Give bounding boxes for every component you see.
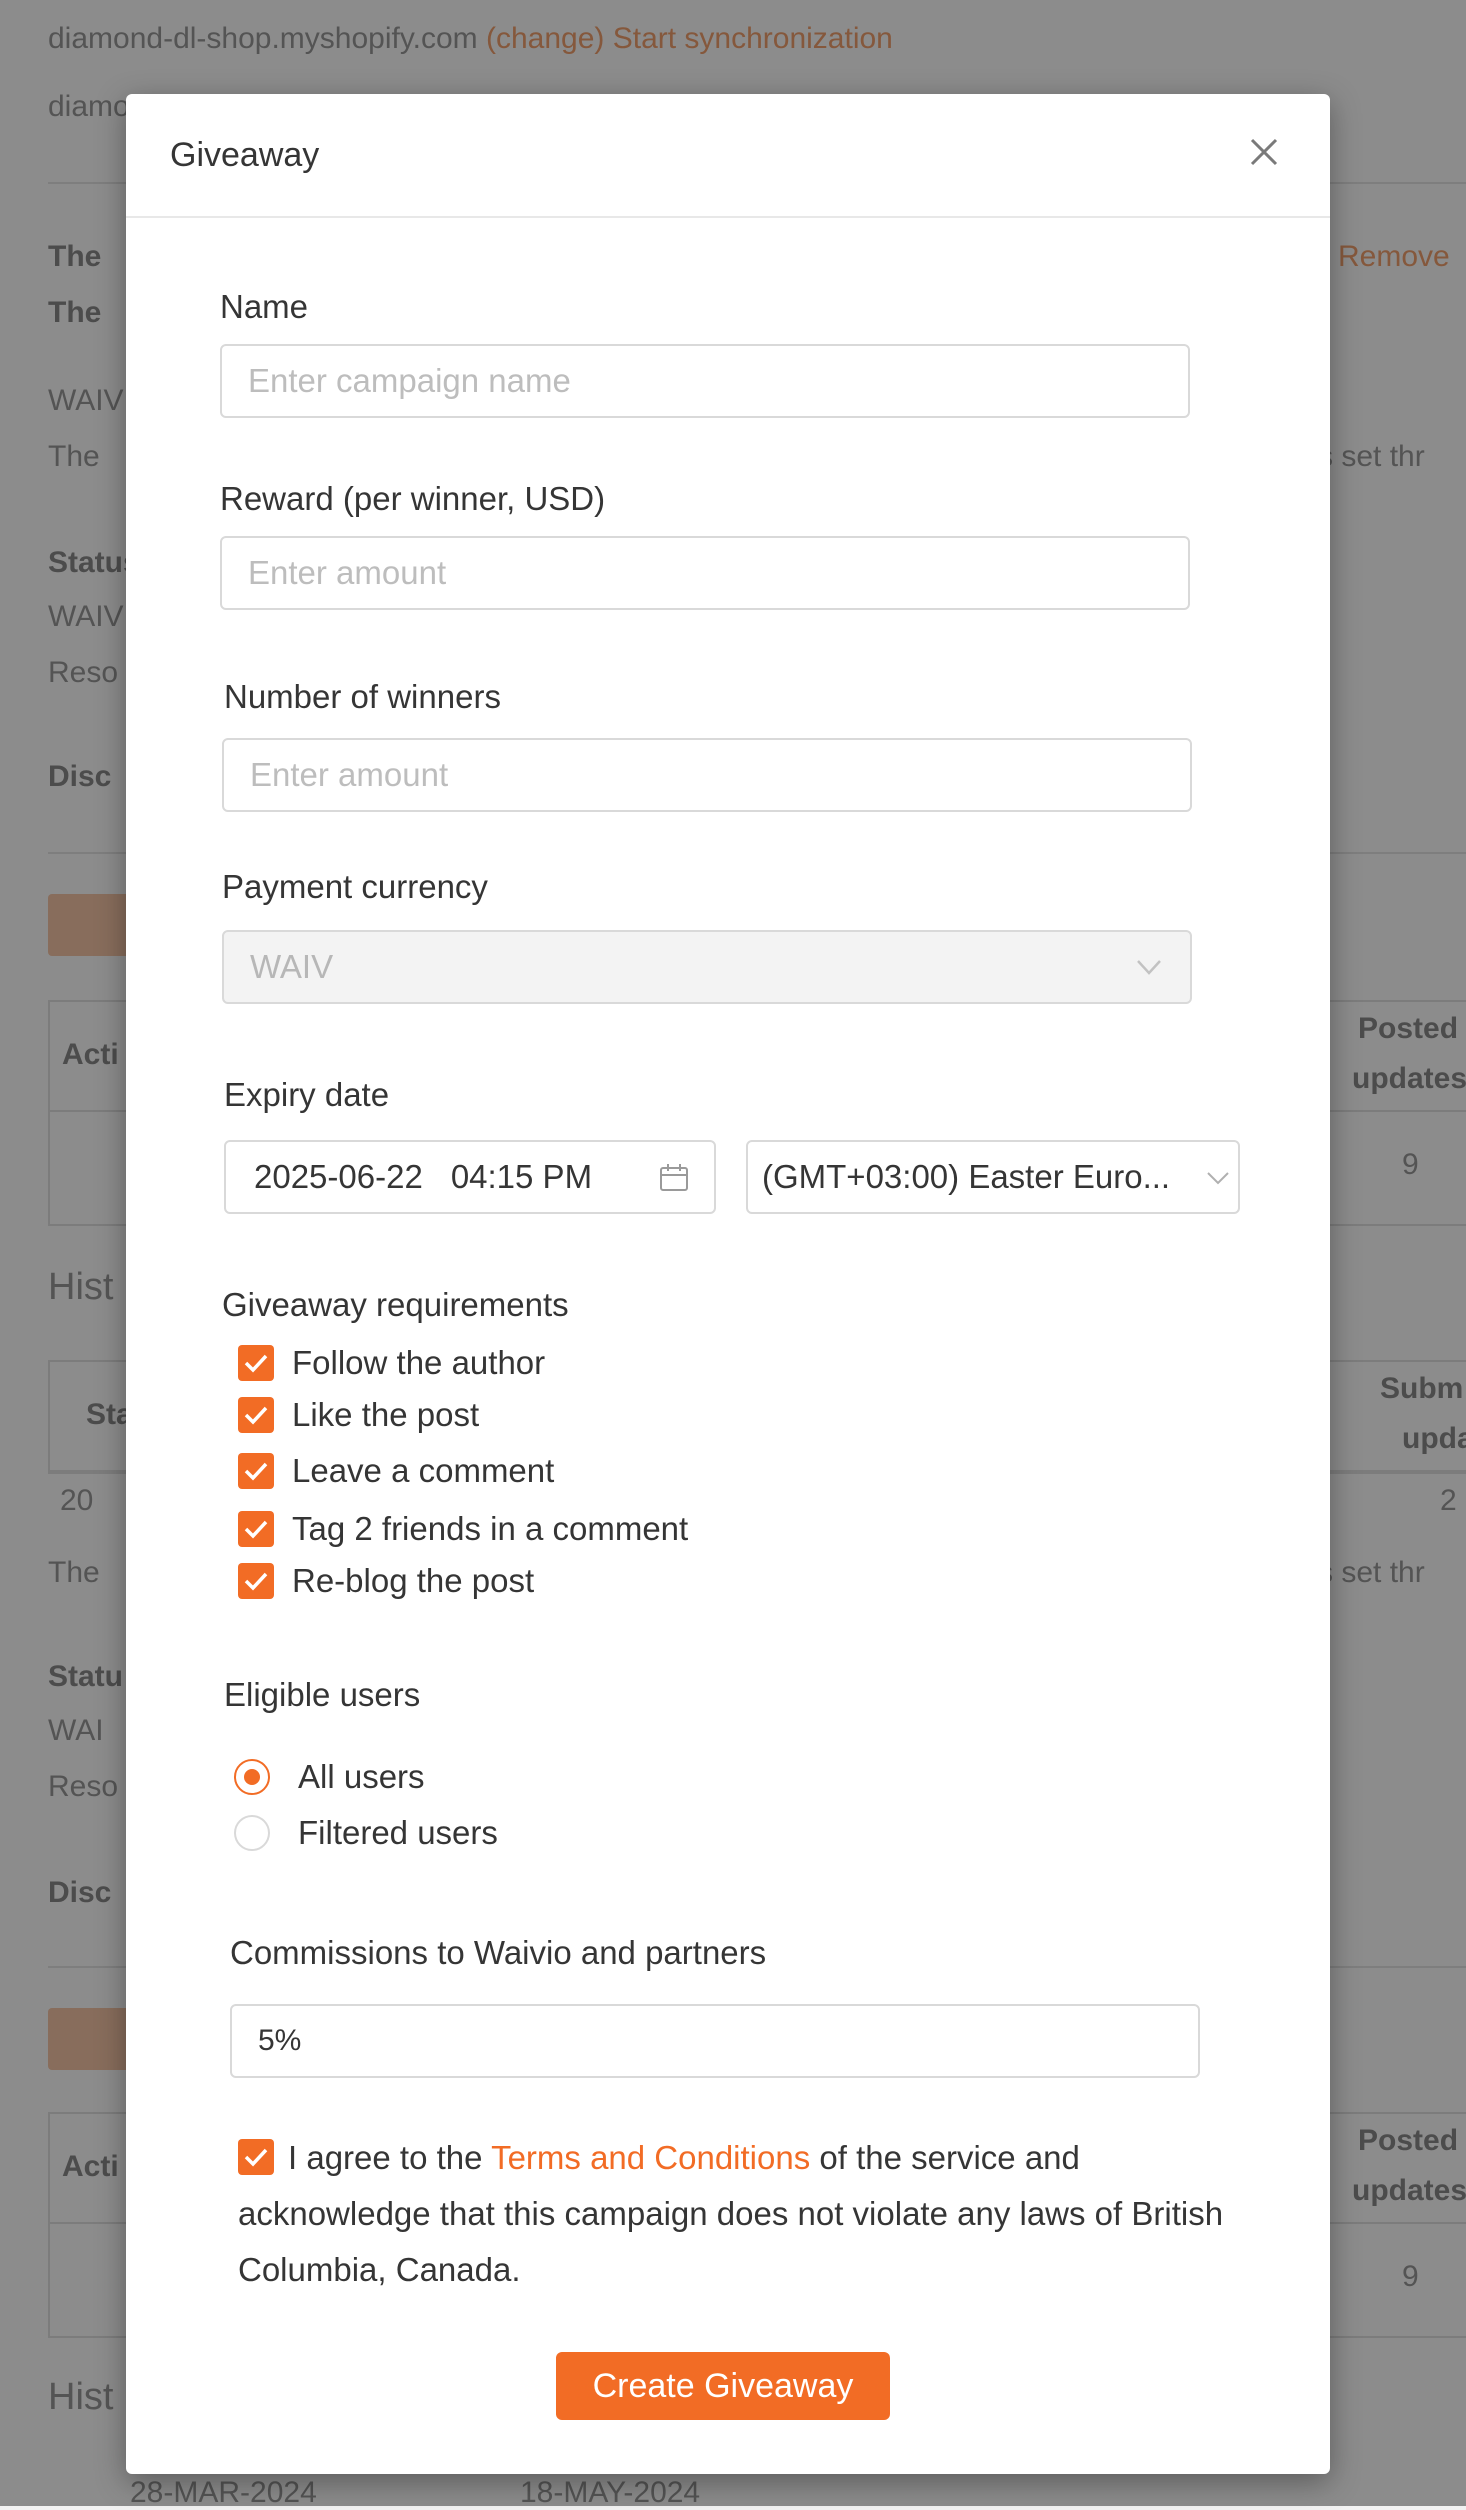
requirement-label: Leave a comment	[292, 1452, 555, 1489]
commissions-input[interactable]	[230, 2004, 1200, 2078]
timezone-value: (GMT+03:00) Easter Euro...	[762, 1158, 1171, 1195]
modal-title: Giveaway	[170, 136, 320, 174]
radio-label: Filtered users	[298, 1814, 498, 1851]
currency-label: Payment currency	[222, 868, 488, 905]
expiry-time-value: 04:15 PM	[450, 1158, 593, 1195]
name-label: Name	[220, 288, 309, 325]
terms-link[interactable]: Terms and Conditions	[491, 2139, 810, 2176]
reward-label: Reward (per winner, USD)	[220, 480, 606, 517]
checkbox-checked[interactable]	[238, 1563, 274, 1599]
close-icon[interactable]	[1246, 134, 1282, 170]
expiry-label: Expiry date	[224, 1076, 390, 1113]
giveaway-modal: Giveaway Name Reward (per winner, USD) N…	[126, 94, 1330, 2474]
calendar-icon	[660, 1164, 688, 1191]
check-icon	[244, 1462, 268, 1481]
winners-amount-input[interactable]	[222, 738, 1192, 812]
checkbox-checked[interactable]	[238, 1345, 274, 1381]
check-icon	[244, 1406, 268, 1425]
chevron-down-icon	[1137, 960, 1161, 975]
checkbox-checked[interactable]	[238, 1511, 274, 1547]
reward-amount-input[interactable]	[220, 536, 1190, 610]
check-icon	[244, 1520, 268, 1539]
currency-select[interactable]: WAIV	[222, 930, 1192, 1004]
terms-agreement: I agree to the Terms and Conditions of t…	[238, 2130, 1238, 2298]
check-icon	[244, 1354, 268, 1373]
radio-label: All users	[298, 1758, 425, 1795]
requirement-like[interactable]: Like the post	[238, 1396, 479, 1434]
timezone-select[interactable]: (GMT+03:00) Easter Euro...	[746, 1140, 1240, 1214]
agree-checkbox[interactable]	[238, 2139, 274, 2176]
requirement-label: Follow the author	[292, 1344, 546, 1381]
requirements-label: Giveaway requirements	[222, 1286, 569, 1323]
agree-prefix: I agree to the	[288, 2139, 483, 2176]
radio-selected[interactable]	[234, 1759, 270, 1795]
campaign-name-input[interactable]	[220, 344, 1190, 418]
expiry-date-value: 2025-06-22	[254, 1158, 423, 1195]
winners-label: Number of winners	[224, 678, 501, 715]
requirement-comment[interactable]: Leave a comment	[238, 1452, 554, 1490]
radio-unselected[interactable]	[234, 1815, 270, 1851]
checkbox-checked[interactable]	[238, 1397, 274, 1433]
requirement-follow[interactable]: Follow the author	[238, 1344, 545, 1382]
check-icon	[244, 2149, 268, 2167]
check-icon	[244, 1572, 268, 1591]
requirement-label: Tag 2 friends in a comment	[292, 1510, 689, 1547]
requirement-tag-friends[interactable]: Tag 2 friends in a comment	[238, 1510, 688, 1548]
expiry-date-picker[interactable]: 2025-06-22 04:15 PM	[224, 1140, 716, 1214]
checkbox-checked[interactable]	[238, 1453, 274, 1489]
create-giveaway-button[interactable]: Create Giveaway	[556, 2352, 890, 2420]
chevron-down-icon	[1207, 1172, 1229, 1185]
eligible-label: Eligible users	[224, 1676, 421, 1713]
requirement-label: Like the post	[292, 1396, 480, 1433]
eligible-filtered-users[interactable]: Filtered users	[234, 1814, 498, 1852]
requirement-reblog[interactable]: Re-blog the post	[238, 1562, 534, 1600]
commissions-label: Commissions to Waivio and partners	[230, 1934, 767, 1971]
currency-value: WAIV	[250, 948, 334, 985]
eligible-all-users[interactable]: All users	[234, 1758, 425, 1796]
modal-header: Giveaway	[126, 94, 1330, 218]
requirement-label: Re-blog the post	[292, 1562, 535, 1599]
